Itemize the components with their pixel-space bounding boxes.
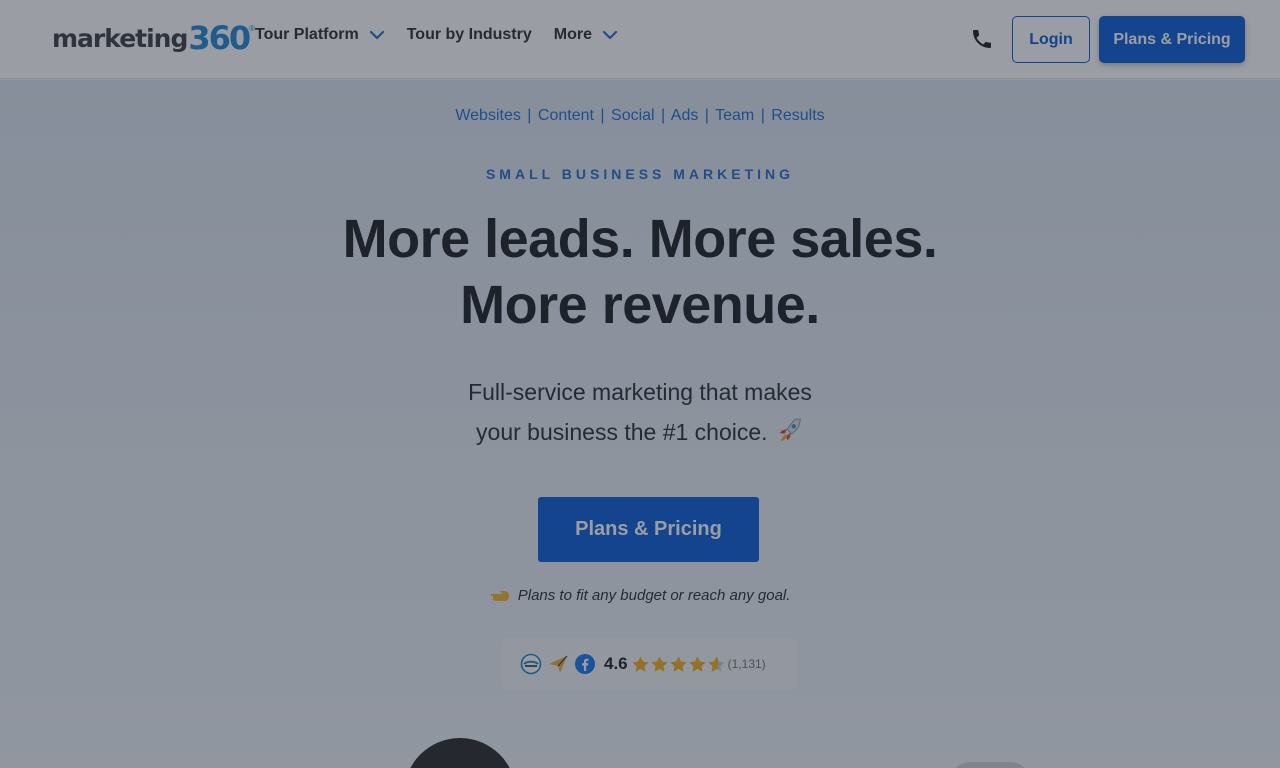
plans-pricing-cta-button[interactable]: Plans & Pricing — [538, 497, 759, 562]
nav-item-label: Tour Platform — [255, 26, 359, 43]
subnav-link-team[interactable]: Team — [715, 107, 754, 124]
headline-line-1: More leads. More sales. — [342, 209, 938, 269]
subnav-separator: | — [704, 107, 709, 124]
hero-subnav: Websites | Content | Social | Ads | Team… — [0, 107, 1280, 125]
subnav-separator: | — [760, 107, 765, 124]
lead-line-2-wrap: your business the #1 choice. — [0, 412, 1280, 452]
nav-item-label: More — [553, 26, 592, 43]
subnav-separator: | — [600, 107, 605, 124]
marketing360-logo[interactable]: marketing 360 ® — [52, 19, 255, 57]
star-icon — [689, 655, 706, 672]
star-rating — [631, 655, 726, 674]
subnav-link-social[interactable]: Social — [611, 107, 655, 124]
pricing-note-text: Plans to fit any budget or reach any goa… — [517, 587, 791, 604]
phone-icon[interactable] — [970, 27, 994, 51]
paper-plane-icon — [549, 655, 568, 673]
subnav-separator: | — [527, 107, 532, 124]
chevron-down-icon — [369, 30, 384, 40]
subnav-link-content[interactable]: Content — [538, 107, 594, 124]
rating-badge[interactable]: 4.6 (1,131) — [502, 638, 797, 690]
subnav-separator: | — [661, 107, 666, 124]
rocket-icon — [779, 418, 801, 442]
facebook-icon — [575, 654, 595, 674]
subnav-link-websites[interactable]: Websites — [455, 107, 521, 124]
main-nav: Tour Platform Tour by Industry More — [255, 26, 640, 44]
chevron-down-icon — [602, 30, 618, 40]
plans-pricing-header-button[interactable]: Plans & Pricing — [1099, 16, 1245, 63]
subnav-link-results[interactable]: Results — [771, 107, 824, 124]
pricing-note: Plans to fit any budget or reach any goa… — [0, 587, 1280, 604]
rating-count: (1,131) — [727, 657, 766, 671]
hero-decorative-shape — [950, 762, 1030, 768]
site-header: marketing 360 ® Tour Platform Tour by In… — [0, 0, 1280, 79]
logo-number: 360 — [188, 19, 251, 57]
nav-item-tour-by-industry[interactable]: Tour by Industry — [407, 26, 532, 44]
rating-score: 4.6 — [604, 654, 628, 673]
review-site-icon — [520, 653, 542, 675]
nav-item-label: Tour by Industry — [406, 26, 532, 43]
lead-line-1: Full-service marketing that makes — [468, 379, 812, 405]
lead-line-2: your business the #1 choice. — [476, 419, 768, 445]
hero-lead: Full-service marketing that makes your b… — [0, 372, 1280, 452]
nav-item-more[interactable]: More — [554, 26, 618, 44]
nav-item-tour-platform[interactable]: Tour Platform — [255, 26, 385, 44]
headline-line-2: More revenue. — [460, 275, 820, 335]
hero-headline: More leads. More sales. More revenue. — [0, 206, 1280, 338]
star-half-icon — [708, 655, 725, 672]
logo-word: marketing — [52, 23, 188, 53]
subnav-link-ads[interactable]: Ads — [671, 107, 699, 124]
pointing-hand-icon — [490, 591, 509, 601]
hero-eyebrow: SMALL BUSINESS MARKETING — [485, 166, 795, 182]
star-icon — [670, 655, 687, 672]
star-icon — [651, 655, 668, 672]
star-icon — [632, 655, 649, 672]
login-button[interactable]: Login — [1012, 16, 1090, 63]
